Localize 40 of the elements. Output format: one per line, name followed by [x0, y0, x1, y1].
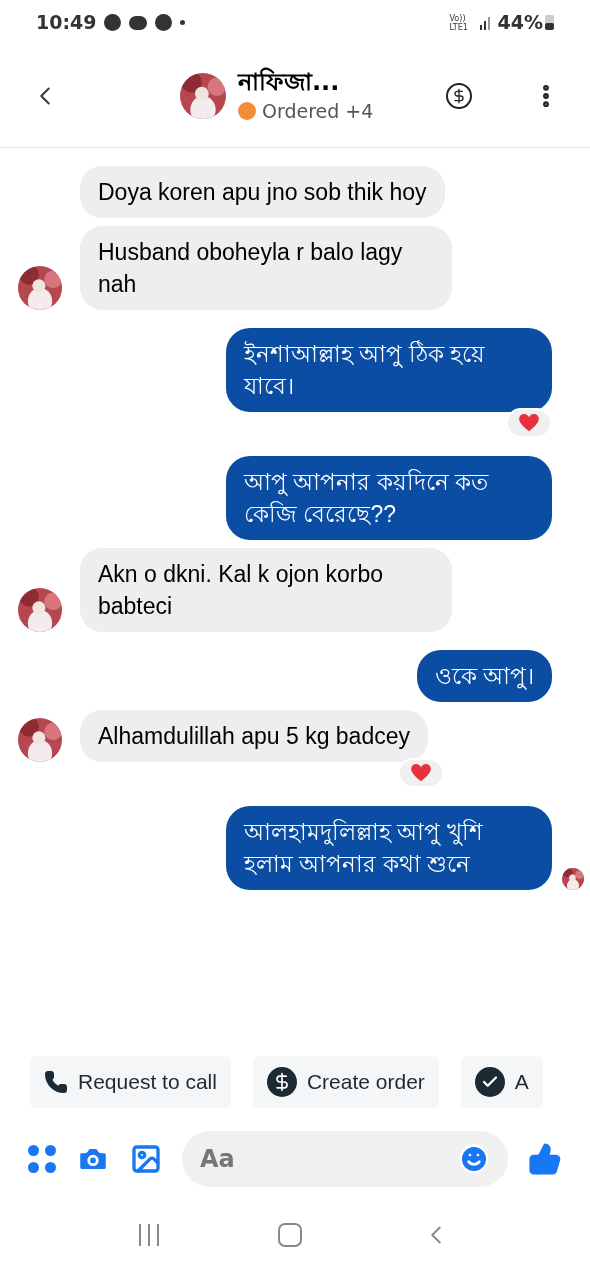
app-notification-icon: [104, 14, 122, 31]
more-notifications-icon: [180, 20, 186, 25]
like-button[interactable]: [528, 1142, 562, 1176]
message-bubble: ইনশাআল্লাহ আপু ঠিক হয়ে যাবে।: [226, 328, 552, 412]
check-icon: [474, 1067, 505, 1097]
app-notification-icon: [155, 14, 173, 31]
message-bubble: আপু আপনার কয়দিনে কত কেজি বেরেছে??: [226, 456, 552, 540]
action-chip[interactable]: A: [460, 1056, 543, 1108]
gallery-button[interactable]: [130, 1143, 162, 1175]
message-bubble: আলহামদুলিল্লাহ আপু খুশি হলাম আপনার কথা শুনে: [226, 806, 552, 890]
contact-avatar: [18, 718, 62, 762]
action-chip[interactable]: Request to call: [30, 1056, 231, 1108]
message-input[interactable]: Aa: [200, 1141, 458, 1177]
message-bubble: Doya koren apu jno sob thik hoy: [80, 166, 445, 218]
battery-level: 44%: [497, 10, 543, 36]
message-bubble: Akn o dkni. Kal k ojon korbo babteci: [80, 548, 452, 632]
status-time: 10:49: [36, 10, 97, 36]
apps-button[interactable]: [28, 1145, 56, 1173]
dollar-button[interactable]: [446, 83, 472, 109]
contact-avatar: [18, 266, 62, 310]
battery-icon: [545, 15, 554, 30]
signal-icon: [479, 15, 490, 30]
emoji-icon[interactable]: [458, 1143, 490, 1175]
phone-icon: [44, 1070, 68, 1094]
contact-name: নাফিজা...: [238, 66, 341, 97]
dollar-icon: [266, 1067, 297, 1097]
contact-avatar: [180, 73, 226, 119]
home-icon[interactable]: [278, 1223, 302, 1247]
chat-notification-icon: [129, 15, 148, 30]
contact-avatar: [18, 588, 62, 632]
order-status: Ordered +4: [262, 98, 374, 124]
seen-avatar: [562, 868, 584, 890]
dollar-icon: [451, 88, 467, 104]
message-bubble: Husband oboheyla r balo lagy nah: [80, 226, 452, 310]
action-chip[interactable]: Create order: [252, 1056, 439, 1108]
message-field[interactable]: Aa: [182, 1131, 508, 1187]
message-bubble: ওকে আপু।: [416, 650, 552, 702]
recent-apps-icon[interactable]: [139, 1224, 160, 1246]
message-bubble: Alhamdulillah apu 5 kg badcey: [80, 710, 428, 762]
network-label: Vo)) LTE1: [449, 13, 469, 32]
